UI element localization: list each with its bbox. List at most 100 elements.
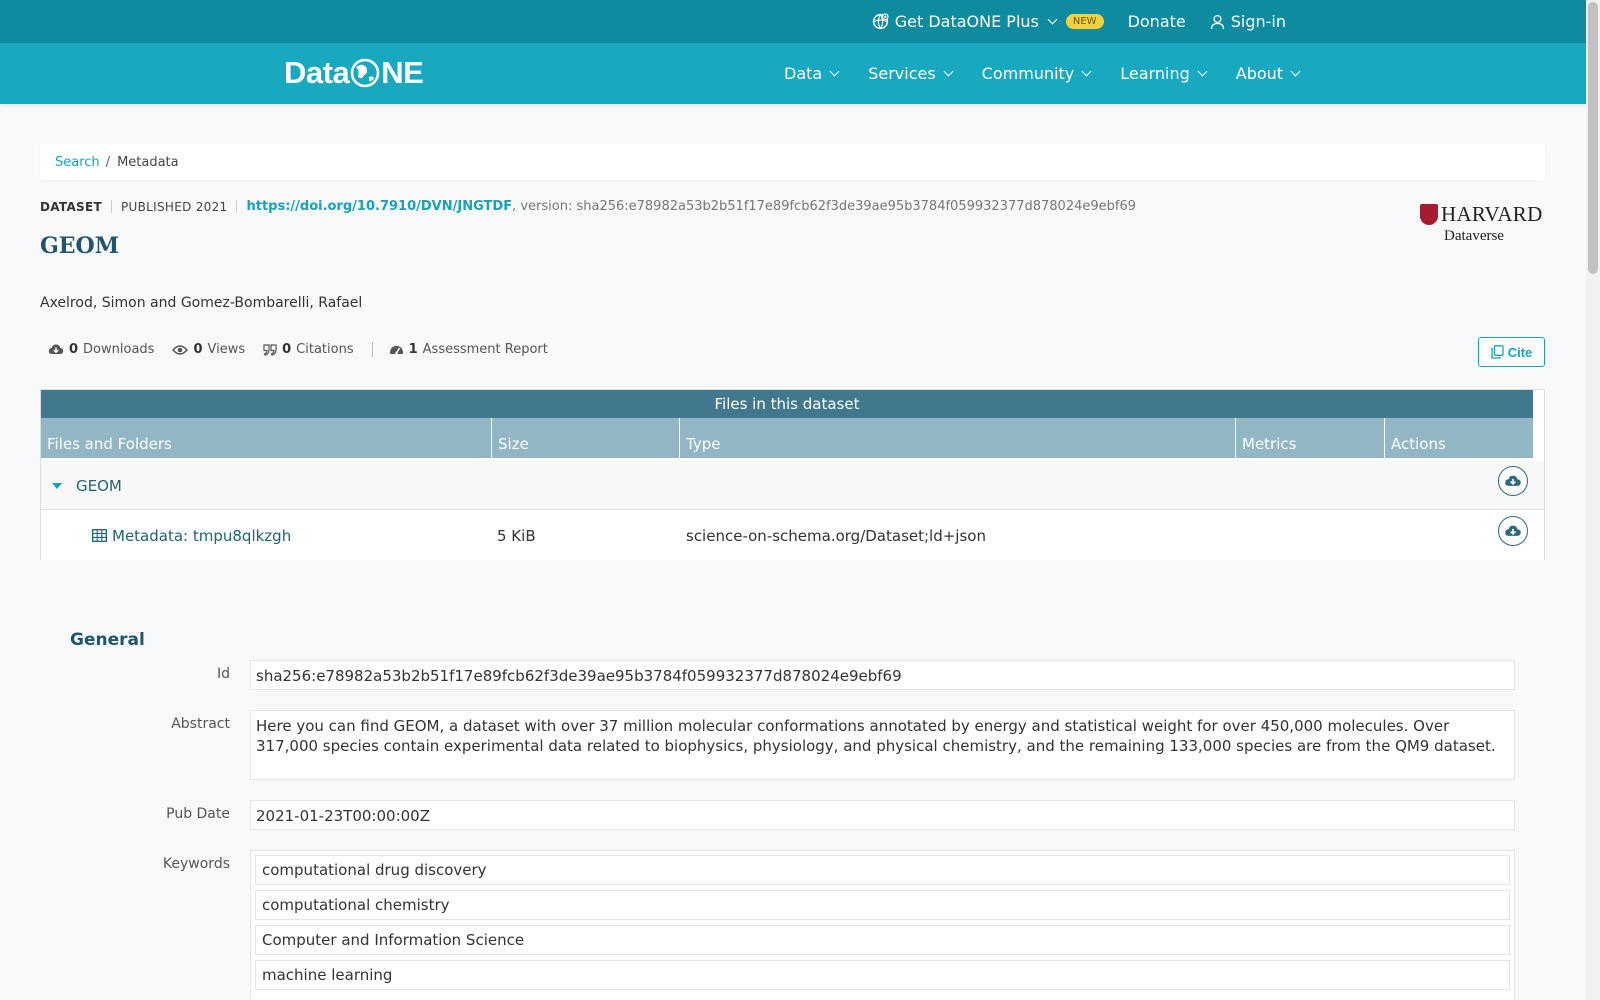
folder-name[interactable]: GEOM (76, 461, 122, 510)
keyword-item: machine learning (255, 960, 1510, 990)
sign-in-link[interactable]: Sign-in (1210, 12, 1286, 31)
nav-item-services[interactable]: Services (868, 64, 954, 83)
column-header-files[interactable]: Files and Folders (41, 418, 491, 460)
nav-item-label: Data (784, 64, 823, 83)
dataset-version: , version: sha256:e78982a53b2b51f17e89fc… (512, 199, 1137, 214)
dataset-title: GEOM (40, 233, 120, 259)
download-folder-button[interactable] (1498, 466, 1528, 496)
cloud-download-icon (48, 344, 64, 354)
file-type: science-on-schema.org/Dataset;ld+json (686, 526, 986, 545)
general-section-title: General (70, 630, 145, 650)
file-row[interactable]: Metadata: tmpu8qlkzgh 5 KiB science-on-s… (41, 511, 1544, 560)
files-table-caption: Files in this dataset (41, 390, 1533, 418)
page-scrollbar[interactable] (1586, 0, 1600, 1000)
globe-plus-icon (872, 13, 889, 30)
column-header-type[interactable]: Type (679, 418, 1235, 460)
top-bar: Get DataONE Plus NEW Donate Sign-in (0, 0, 1586, 43)
table-icon (92, 529, 107, 542)
scrollbar-thumb[interactable] (1588, 2, 1598, 274)
copy-icon (1491, 345, 1504, 359)
files-table-header: Files and Folders Size Type Metrics Acti… (41, 418, 1533, 460)
nav-item-learning[interactable]: Learning (1120, 64, 1208, 83)
views-count: 0 (193, 342, 203, 357)
sign-in-label: Sign-in (1230, 12, 1286, 31)
chevron-down-icon (1047, 14, 1058, 25)
breadcrumb-search-link[interactable]: Search (55, 155, 100, 170)
user-icon (1210, 14, 1224, 29)
nav-item-label: Learning (1120, 64, 1190, 83)
downloads-metric[interactable]: 0 Downloads (48, 342, 154, 357)
divider (371, 342, 373, 357)
chevron-down-icon (943, 66, 954, 77)
donate-label: Donate (1127, 12, 1186, 31)
id-label: Id (216, 666, 230, 682)
assessment-report-metric[interactable]: 1 Assessment Report (389, 342, 548, 357)
abstract-label: Abstract (171, 716, 230, 732)
downloads-label: Downloads (83, 342, 155, 357)
nav-item-about[interactable]: About (1235, 64, 1301, 83)
new-badge: NEW (1065, 14, 1104, 29)
repository-name: HARVARD (1441, 202, 1543, 226)
nav-menu: Data Services Community Learning About (784, 43, 1301, 104)
file-name-cell[interactable]: Metadata: tmpu8qlkzgh (92, 511, 291, 560)
folder-toggle[interactable] (52, 461, 62, 510)
dataset-type: DATASET (40, 199, 102, 214)
divider (110, 200, 112, 213)
dataset-authors: Axelrod, Simon and Gomez-Bombarelli, Raf… (40, 295, 363, 311)
folder-row[interactable]: GEOM (41, 461, 1544, 510)
keywords-label: Keywords (162, 856, 230, 872)
pubdate-label: Pub Date (166, 806, 230, 822)
caret-down-icon (52, 482, 62, 489)
assessment-label: Assessment Report (422, 342, 548, 357)
file-name: Metadata: tmpu8qlkzgh (112, 526, 292, 545)
breadcrumb-separator: / (105, 154, 111, 170)
get-dataone-plus-label: Get DataONE Plus (894, 12, 1039, 31)
file-size: 5 KiB (497, 526, 536, 545)
main-navigation: Data NE Data Services Community Learning… (0, 43, 1586, 104)
breadcrumb: Search / Metadata (40, 144, 1545, 180)
dataset-meta-line: DATASET PUBLISHED 2021 https://doi.org/1… (40, 199, 1136, 214)
donate-link[interactable]: Donate (1128, 12, 1186, 31)
breadcrumb-current: Metadata (117, 154, 179, 170)
chevron-down-icon (1081, 66, 1092, 77)
nav-item-community[interactable]: Community (981, 64, 1092, 83)
harvard-dataverse-logo[interactable]: HARVARD Dataverse (1420, 202, 1546, 246)
keyword-item: Computer and Information Science (255, 925, 1510, 955)
nav-item-label: Community (981, 64, 1075, 83)
citations-metric[interactable]: 0 Citations (263, 342, 354, 357)
divider (236, 200, 238, 213)
column-header-size[interactable]: Size (491, 418, 679, 460)
logo-text-left: Data (284, 55, 350, 90)
id-value: sha256:e78982a53b2b51f17e89fcb62f3de39ae… (250, 660, 1515, 690)
nav-item-data[interactable]: Data (784, 64, 840, 83)
dataone-logo[interactable]: Data NE (284, 53, 424, 93)
cite-button[interactable]: Cite (1478, 337, 1545, 367)
quote-icon (263, 343, 277, 356)
keywords-list: computational drug discovery computation… (250, 850, 1515, 1000)
views-label: Views (207, 342, 246, 357)
pubdate-value: 2021-01-23T00:00:00Z (250, 800, 1515, 830)
keyword-item: computational chemistry (255, 890, 1510, 920)
assessment-count: 1 (408, 342, 418, 357)
citations-count: 0 (282, 342, 292, 357)
globe-icon (350, 58, 380, 88)
nav-item-label: About (1235, 64, 1284, 83)
get-dataone-plus-link[interactable]: Get DataONE Plus NEW (872, 12, 1104, 31)
download-circle-icon (1505, 475, 1521, 486)
chevron-down-icon (1197, 66, 1208, 77)
download-file-button[interactable] (1498, 516, 1528, 546)
nav-item-label: Services (868, 64, 936, 83)
chevron-down-icon (1290, 66, 1301, 77)
keyword-item: computational drug discovery (255, 855, 1510, 885)
eye-icon (172, 344, 189, 355)
column-header-metrics[interactable]: Metrics (1235, 418, 1384, 460)
logo-text-right: NE (381, 55, 424, 90)
download-circle-icon (1505, 525, 1521, 536)
citations-label: Citations (296, 342, 354, 357)
downloads-count: 0 (69, 342, 79, 357)
views-metric[interactable]: 0 Views (172, 342, 245, 357)
dataset-doi-link[interactable]: https://doi.org/10.7910/DVN/JNGTDF (246, 199, 512, 214)
column-header-actions[interactable]: Actions (1384, 418, 1533, 460)
abstract-value: Here you can find GEOM, a dataset with o… (250, 710, 1515, 780)
chevron-down-icon (829, 66, 840, 77)
